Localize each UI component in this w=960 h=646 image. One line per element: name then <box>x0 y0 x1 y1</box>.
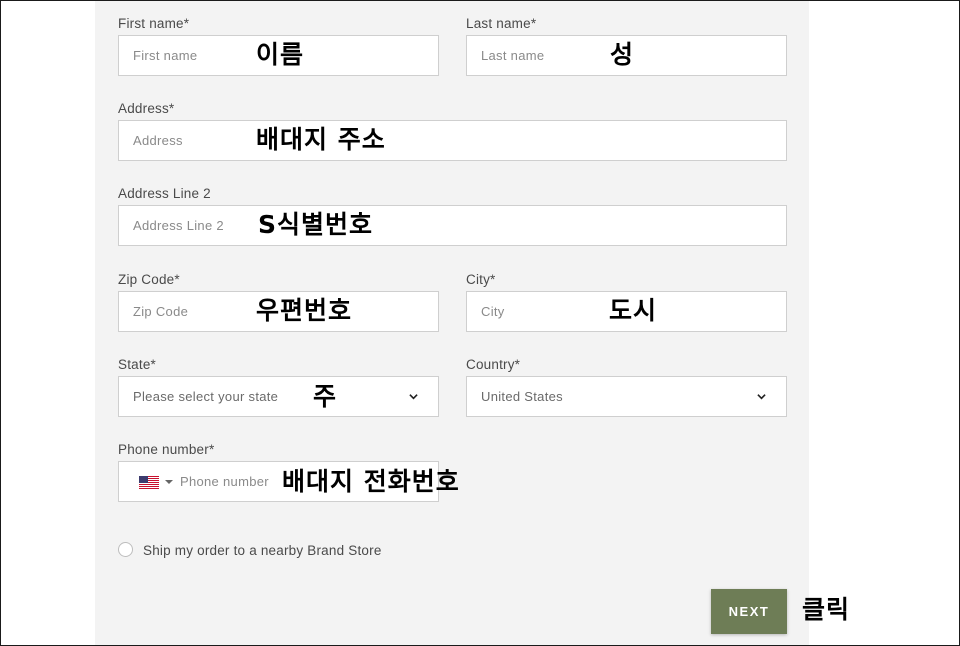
zip-code-annotation: 우편번호 <box>256 296 353 325</box>
city-label: City* <box>466 272 496 287</box>
state-annotation: 주 <box>313 382 338 411</box>
next-button[interactable]: NEXT <box>711 589 787 634</box>
ship-to-store-label[interactable]: Ship my order to a nearby Brand Store <box>143 543 382 558</box>
address-line2-annotation: S식별번호 <box>258 210 374 239</box>
zip-code-label: Zip Code* <box>118 272 180 287</box>
caret-down-icon[interactable] <box>165 480 173 484</box>
address-line2-label: Address Line 2 <box>118 186 211 201</box>
first-name-label: First name* <box>118 16 190 31</box>
address-line2-input[interactable] <box>133 206 773 245</box>
address-line2-field[interactable] <box>118 205 787 246</box>
country-select-value: United States <box>481 389 563 404</box>
state-label: State* <box>118 357 156 372</box>
address-annotation: 배대지 주소 <box>256 125 386 154</box>
ship-to-store-radio[interactable] <box>118 542 133 557</box>
address-input[interactable] <box>133 121 773 160</box>
first-name-annotation: 이름 <box>256 40 305 69</box>
phone-annotation: 배대지 전화번호 <box>282 467 460 496</box>
state-select-value: Please select your state <box>133 389 279 404</box>
last-name-annotation: 성 <box>610 40 635 69</box>
address-field[interactable] <box>118 120 787 161</box>
country-select[interactable]: United States <box>466 376 787 417</box>
last-name-label: Last name* <box>466 16 537 31</box>
phone-label: Phone number* <box>118 442 215 457</box>
chevron-down-icon <box>409 394 418 400</box>
chevron-down-icon <box>757 394 766 400</box>
country-label: Country* <box>466 357 521 372</box>
us-flag-icon[interactable] <box>139 476 159 489</box>
next-annotation: 클릭 <box>802 595 851 624</box>
city-annotation: 도시 <box>609 296 658 325</box>
phone-input[interactable] <box>180 462 280 501</box>
state-select[interactable]: Please select your state <box>118 376 439 417</box>
address-label: Address* <box>118 101 175 116</box>
